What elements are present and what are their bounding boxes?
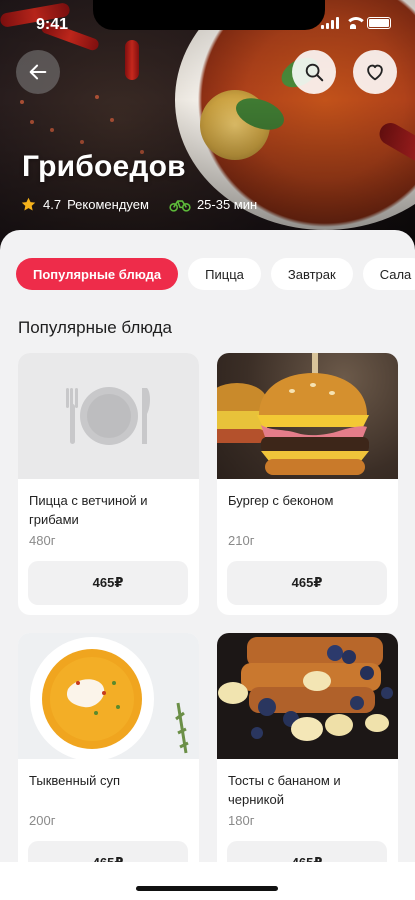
plate-cutlery-icon (65, 387, 150, 445)
battery-icon (367, 17, 391, 29)
tab-popular[interactable]: Популярные блюда (16, 258, 179, 290)
tab-pizza[interactable]: Пицца (188, 258, 261, 290)
home-bar-area (0, 862, 415, 900)
delivery-info: 25-35 мин (169, 197, 257, 213)
product-name: Тыквенный суп (29, 773, 121, 788)
status-time: 9:41 (36, 16, 69, 33)
product-card[interactable]: Тыквенный суп 200г 465₽ (18, 633, 199, 870)
product-image (217, 353, 398, 479)
bicycle-icon (169, 199, 191, 212)
arrow-left-icon (29, 64, 47, 80)
product-weight: 210г (228, 533, 255, 548)
product-name: Бургер с беконом (228, 493, 334, 508)
rating-info: 4.7 Рекомендуем (20, 196, 149, 213)
tab-salads[interactable]: Сала (362, 258, 415, 290)
cellular-signal-icon (321, 17, 339, 29)
burger-photo (217, 353, 369, 475)
product-name: Тосты с бананом и черникой (228, 773, 341, 807)
product-weight: 200г (29, 813, 56, 828)
product-card[interactable]: Бургер с беконом 210г 465₽ (217, 353, 398, 615)
back-button[interactable] (16, 50, 60, 94)
rating-value: 4.7 (43, 197, 62, 212)
product-image-placeholder (18, 353, 199, 479)
status-icons (321, 17, 391, 29)
product-image (217, 633, 398, 759)
soup-photo (30, 637, 189, 759)
section-title: Популярные блюда (18, 318, 173, 337)
rating-label: Рекомендуем (67, 197, 149, 212)
search-icon (305, 63, 324, 82)
product-weight: 480г (29, 533, 56, 548)
product-weight: 180г (228, 813, 255, 828)
toast-photo (218, 637, 393, 741)
device-notch (93, 0, 325, 30)
restaurant-meta: 4.7 Рекомендуем 25-35 мин (20, 196, 277, 213)
add-to-cart-button[interactable]: 465₽ (28, 561, 188, 605)
product-card[interactable]: Пицца с ветчиной и грибами 480г 465₽ (18, 353, 199, 615)
home-indicator[interactable] (136, 886, 278, 891)
menu-sheet: Популярные блюда Пицца Завтрак Сала Попу… (0, 230, 415, 870)
star-icon (21, 197, 36, 211)
category-tabs: Популярные блюда Пицца Завтрак Сала (16, 258, 415, 290)
delivery-time: 25-35 мин (196, 197, 258, 212)
wifi-icon (345, 17, 367, 29)
add-to-cart-button[interactable]: 465₽ (227, 561, 387, 605)
tab-breakfast[interactable]: Завтрак (270, 258, 353, 290)
product-image (18, 633, 199, 759)
product-grid: Пицца с ветчиной и грибами 480г 465₽ Бур… (18, 353, 398, 870)
restaurant-name: Грибоедов (22, 150, 186, 183)
favorite-button[interactable] (353, 50, 397, 94)
search-button[interactable] (292, 50, 336, 94)
product-card[interactable]: Тосты с бананом и черникой 180г 465₽ (217, 633, 398, 870)
heart-icon (367, 64, 383, 81)
product-name: Пицца с ветчиной и грибами (29, 493, 148, 527)
